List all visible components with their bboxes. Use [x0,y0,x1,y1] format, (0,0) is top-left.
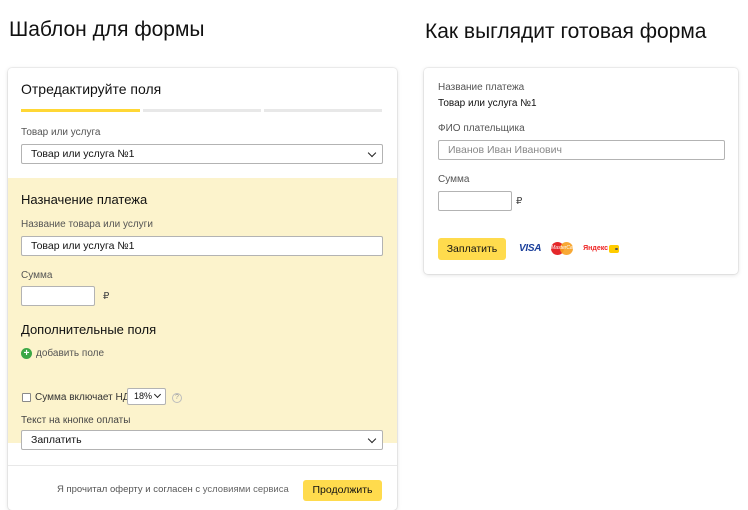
sum-label: Сумма [21,270,53,281]
visa-icon: VISA [519,243,542,254]
mastercard-text: MasterCard [551,245,578,251]
payer-placeholder: Иванов Иван Иванович [448,144,562,156]
agreement-text: Я прочитал оферту и согласен с условиями… [57,484,289,495]
vat-rate-select[interactable]: 18% [127,388,166,405]
button-text-value: Заплатить [31,434,82,446]
progress-step-3 [264,109,382,112]
chevron-down-icon [367,148,377,158]
agreement-prefix: Я прочитал оферту и согласен с [57,484,203,495]
product-name-label: Название товара или услуги [21,219,153,230]
yandex-money-text: Яндекс [583,245,609,252]
progress-step-1 [21,109,140,112]
vat-label: Сумма включает НДС [35,392,137,403]
product-name-value: Товар или услуга №1 [31,240,135,252]
template-title: Шаблон для формы [9,18,205,41]
footer-divider [8,465,397,466]
vat-checkbox[interactable] [22,393,31,402]
vat-rate-value: 18% [134,391,153,401]
chevron-down-icon [367,434,377,444]
extra-fields-title: Дополнительные поля [21,322,157,337]
product-select-value: Товар или услуга №1 [31,148,135,160]
plus-circle-icon: + [21,348,32,359]
add-field-label: добавить поле [36,348,105,359]
terms-link[interactable]: условиями сервиса [203,484,289,495]
chevron-down-icon [153,390,162,399]
form-preview-card: Название платежа Товар или услуга №1 ФИО… [424,68,738,274]
template-editor-card: Отредактируйте поля Товар или услуга Тов… [8,68,397,510]
help-icon[interactable]: ? [172,393,182,403]
sum-input[interactable] [21,286,95,306]
product-name-input[interactable]: Товар или услуга №1 [21,236,383,256]
ruble-sign: ₽ [103,291,110,302]
mastercard-icon: MasterCard [551,242,578,255]
continue-button[interactable]: Продолжить [303,480,382,501]
payment-purpose-section: Назначение платежа Название товара или у… [8,178,397,443]
yandex-money-icon: Яндекс [583,244,620,253]
product-select[interactable]: Товар или услуга №1 [21,144,383,164]
preview-sum-input[interactable] [438,191,512,211]
pay-button[interactable]: Заплатить [438,238,506,260]
payer-input[interactable]: Иванов Иван Иванович [438,140,725,160]
payment-purpose-title: Назначение платежа [21,192,148,207]
add-field-button[interactable]: + добавить поле [21,348,104,359]
preview-sum-label: Сумма [438,174,470,185]
preview-title: Как выглядит готовая форма [425,20,707,43]
product-label: Товар или услуга [21,127,101,138]
payment-name-value: Товар или услуга №1 [438,98,537,109]
payer-label: ФИО плательщика [438,123,525,134]
preview-ruble-sign: ₽ [516,196,523,207]
step-title: Отредактируйте поля [21,81,162,97]
wallet-icon [609,244,620,253]
button-text-select[interactable]: Заплатить [21,430,383,450]
payment-name-label: Название платежа [438,82,525,93]
payment-methods: VISA MasterCard Яндекс [519,242,620,255]
button-text-label: Текст на кнопке оплаты [21,415,131,426]
progress-step-2 [143,109,261,112]
